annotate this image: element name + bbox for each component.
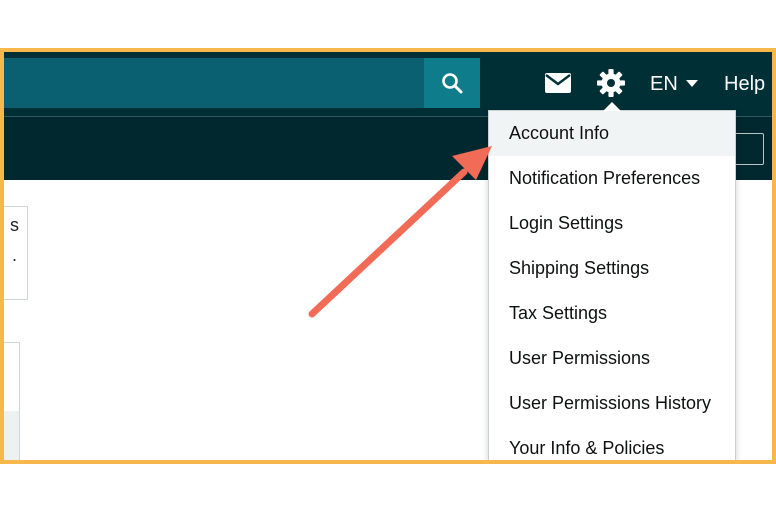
language-selector[interactable]: EN [650, 70, 698, 98]
screenshot-frame: EN Help dit s . Account Info Notificatio… [0, 48, 776, 464]
card-text-line-2: . [11, 245, 17, 265]
menu-item-your-info-policies[interactable]: Your Info & Policies [489, 426, 735, 460]
messages-button[interactable] [544, 72, 572, 94]
search-icon [442, 73, 463, 94]
menu-item-user-permissions[interactable]: User Permissions [489, 336, 735, 381]
panel-shaded-area [4, 411, 19, 460]
language-label: EN [650, 72, 678, 95]
settings-dropdown-menu: Account Info Notification Preferences Lo… [488, 102, 736, 460]
card-text-line-1: s [10, 215, 19, 235]
top-navigation-bar: EN Help [4, 52, 772, 116]
dropdown-caret [603, 102, 621, 111]
mail-icon [545, 73, 571, 93]
search-button[interactable] [424, 58, 480, 108]
menu-item-tax-settings[interactable]: Tax Settings [489, 291, 735, 336]
menu-item-account-info[interactable]: Account Info [489, 111, 735, 156]
caret-down-icon [685, 80, 698, 87]
settings-button[interactable] [596, 68, 626, 98]
help-link[interactable]: Help [724, 70, 765, 98]
left-content-card: s . [4, 206, 28, 300]
menu-item-shipping-settings[interactable]: Shipping Settings [489, 246, 735, 291]
menu-item-notification-preferences[interactable]: Notification Preferences [489, 156, 735, 201]
menu-item-login-settings[interactable]: Login Settings [489, 201, 735, 246]
left-content-panel [4, 342, 20, 460]
menu-item-user-permissions-history[interactable]: User Permissions History [489, 381, 735, 426]
gear-icon [597, 69, 625, 97]
search-input[interactable] [4, 58, 424, 108]
